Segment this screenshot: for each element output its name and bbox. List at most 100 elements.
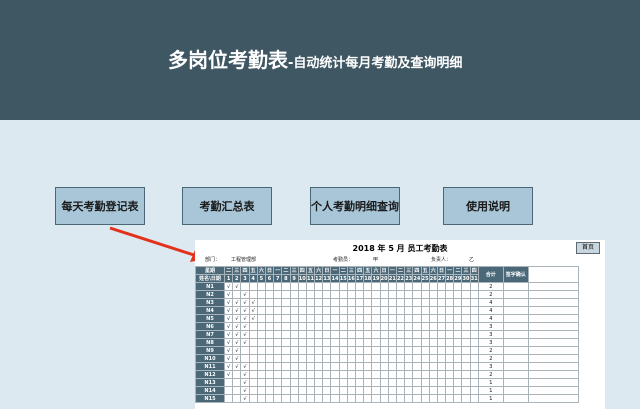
attendance-cell[interactable] bbox=[395, 394, 406, 403]
sign-cell[interactable] bbox=[502, 314, 529, 323]
attendance-cell[interactable] bbox=[428, 306, 438, 315]
attendance-cell[interactable] bbox=[445, 314, 455, 323]
attendance-cell[interactable] bbox=[338, 354, 348, 363]
attendance-cell[interactable] bbox=[248, 378, 258, 387]
attendance-cell[interactable] bbox=[314, 314, 324, 323]
attendance-cell[interactable] bbox=[395, 306, 406, 315]
attendance-cell[interactable] bbox=[256, 330, 266, 339]
attendance-cell[interactable] bbox=[314, 394, 324, 403]
attendance-cell[interactable] bbox=[305, 322, 316, 331]
attendance-cell[interactable] bbox=[420, 290, 430, 299]
attendance-cell[interactable] bbox=[428, 330, 438, 339]
attendance-cell[interactable] bbox=[232, 386, 242, 395]
attendance-cell[interactable] bbox=[469, 370, 479, 379]
attendance-cell[interactable] bbox=[371, 362, 381, 371]
attendance-cell[interactable] bbox=[445, 378, 455, 387]
attendance-cell[interactable] bbox=[223, 394, 234, 403]
attendance-cell[interactable] bbox=[240, 282, 250, 291]
attendance-cell[interactable] bbox=[281, 306, 291, 315]
attendance-cell[interactable] bbox=[363, 362, 373, 371]
attendance-cell[interactable] bbox=[395, 298, 406, 307]
attendance-cell[interactable] bbox=[395, 322, 406, 331]
attendance-cell[interactable] bbox=[428, 346, 438, 355]
attendance-cell[interactable] bbox=[281, 330, 291, 339]
attendance-cell[interactable] bbox=[305, 362, 316, 371]
attendance-cell[interactable] bbox=[420, 354, 430, 363]
attendance-cell[interactable]: √ bbox=[232, 306, 242, 315]
attendance-cell[interactable] bbox=[420, 394, 430, 403]
sign-cell[interactable] bbox=[502, 330, 529, 339]
attendance-cell[interactable] bbox=[404, 394, 414, 403]
attendance-cell[interactable] bbox=[428, 354, 438, 363]
attendance-cell[interactable] bbox=[379, 386, 389, 395]
attendance-cell[interactable] bbox=[322, 386, 332, 395]
attendance-cell[interactable] bbox=[297, 314, 307, 323]
attendance-cell[interactable] bbox=[305, 346, 316, 355]
attendance-cell[interactable] bbox=[453, 306, 463, 315]
attendance-cell[interactable] bbox=[436, 282, 447, 291]
attendance-cell[interactable] bbox=[322, 330, 332, 339]
attendance-cell[interactable] bbox=[281, 346, 291, 355]
attendance-cell[interactable] bbox=[436, 370, 447, 379]
attendance-cell[interactable] bbox=[387, 298, 397, 307]
attendance-cell[interactable]: √ bbox=[232, 346, 242, 355]
attendance-cell[interactable] bbox=[232, 394, 242, 403]
sign-cell[interactable] bbox=[502, 394, 529, 403]
attendance-cell[interactable] bbox=[297, 378, 307, 387]
attendance-cell[interactable] bbox=[264, 386, 275, 395]
attendance-cell[interactable] bbox=[404, 282, 414, 291]
attendance-cell[interactable] bbox=[264, 394, 275, 403]
attendance-cell[interactable] bbox=[412, 330, 422, 339]
attendance-cell[interactable] bbox=[387, 378, 397, 387]
attendance-cell[interactable] bbox=[354, 330, 365, 339]
attendance-cell[interactable] bbox=[363, 330, 373, 339]
attendance-cell[interactable] bbox=[273, 370, 283, 379]
attendance-cell[interactable] bbox=[281, 338, 291, 347]
attendance-cell[interactable] bbox=[305, 290, 316, 299]
attendance-cell[interactable] bbox=[412, 394, 422, 403]
attendance-cell[interactable] bbox=[445, 282, 455, 291]
attendance-cell[interactable] bbox=[387, 314, 397, 323]
attendance-cell[interactable] bbox=[371, 394, 381, 403]
attendance-cell[interactable] bbox=[297, 354, 307, 363]
attendance-cell[interactable] bbox=[412, 306, 422, 315]
attendance-cell[interactable] bbox=[314, 282, 324, 291]
attendance-cell[interactable] bbox=[330, 338, 340, 347]
attendance-cell[interactable] bbox=[453, 354, 463, 363]
attendance-cell[interactable] bbox=[281, 378, 291, 387]
attendance-cell[interactable] bbox=[420, 314, 430, 323]
attendance-cell[interactable] bbox=[314, 322, 324, 331]
attendance-cell[interactable] bbox=[461, 370, 471, 379]
attendance-cell[interactable] bbox=[404, 306, 414, 315]
attendance-cell[interactable] bbox=[379, 378, 389, 387]
attendance-cell[interactable] bbox=[371, 378, 381, 387]
attendance-cell[interactable] bbox=[322, 306, 332, 315]
attendance-cell[interactable] bbox=[395, 346, 406, 355]
attendance-cell[interactable] bbox=[436, 354, 447, 363]
attendance-cell[interactable] bbox=[346, 386, 357, 395]
attendance-cell[interactable] bbox=[338, 282, 348, 291]
attendance-cell[interactable] bbox=[428, 362, 438, 371]
attendance-cell[interactable] bbox=[289, 306, 299, 315]
attendance-cell[interactable] bbox=[338, 322, 348, 331]
attendance-cell[interactable] bbox=[387, 386, 397, 395]
attendance-cell[interactable]: √ bbox=[232, 338, 242, 347]
attendance-cell[interactable] bbox=[461, 386, 471, 395]
attendance-cell[interactable] bbox=[469, 394, 479, 403]
attendance-cell[interactable] bbox=[436, 314, 447, 323]
attendance-cell[interactable] bbox=[346, 362, 357, 371]
attendance-cell[interactable] bbox=[314, 354, 324, 363]
attendance-cell[interactable] bbox=[297, 282, 307, 291]
attendance-cell[interactable] bbox=[281, 298, 291, 307]
attendance-cell[interactable] bbox=[322, 338, 332, 347]
attendance-cell[interactable] bbox=[445, 362, 455, 371]
attendance-cell[interactable] bbox=[404, 338, 414, 347]
attendance-cell[interactable] bbox=[420, 282, 430, 291]
attendance-cell[interactable] bbox=[256, 306, 266, 315]
attendance-cell[interactable] bbox=[461, 346, 471, 355]
attendance-cell[interactable] bbox=[395, 282, 406, 291]
attendance-cell[interactable] bbox=[354, 378, 365, 387]
attendance-cell[interactable] bbox=[379, 298, 389, 307]
attendance-cell[interactable] bbox=[289, 394, 299, 403]
attendance-cell[interactable] bbox=[322, 322, 332, 331]
